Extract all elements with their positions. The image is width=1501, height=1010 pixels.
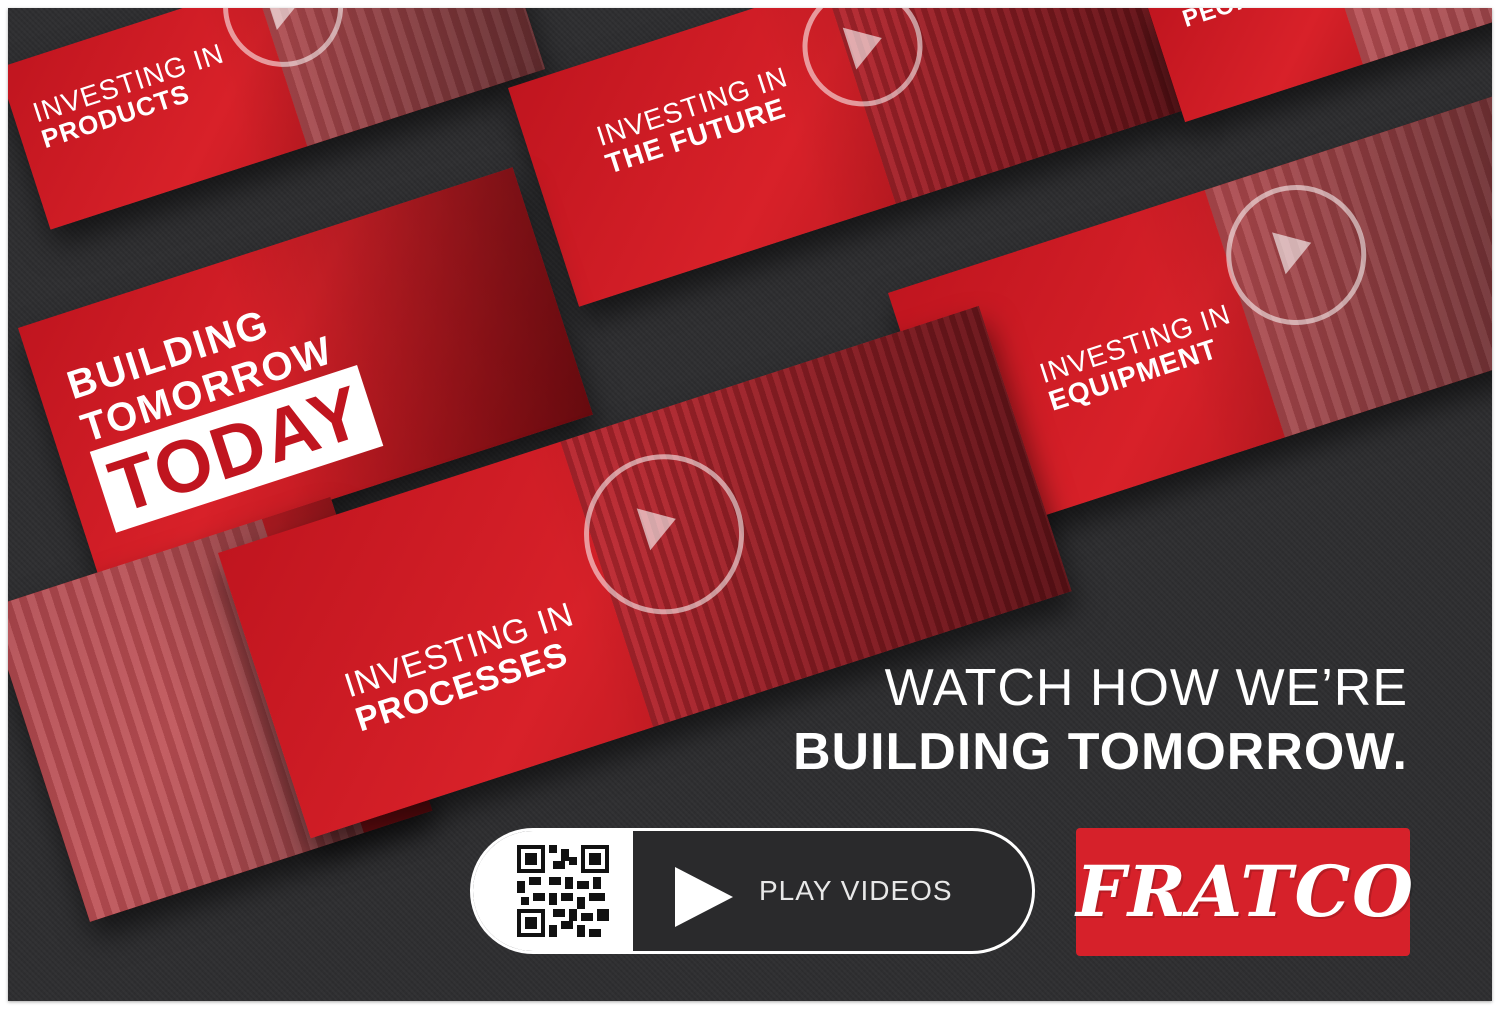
fratco-logo: FRATCO: [1076, 828, 1416, 956]
headline: WATCH HOW WE’RE BUILDING TOMORROW.: [793, 658, 1408, 782]
qr-code-icon[interactable]: [517, 845, 609, 937]
tile-label: People: [1179, 8, 1286, 33]
fratco-logo-text: FRATCO: [1076, 850, 1416, 933]
headline-line1: WATCH HOW WE’RE: [884, 659, 1408, 717]
play-icon[interactable]: [675, 867, 733, 927]
headline-line2: BUILDING TOMORROW.: [792, 723, 1408, 781]
ad-banner: Investing in Products Investing in The F…: [8, 8, 1492, 1001]
tile-people[interactable]: People: [1148, 8, 1492, 123]
tile-label-big: People: [1179, 8, 1286, 33]
play-videos-button[interactable]: PLAY VIDEOS: [470, 828, 1035, 954]
play-videos-label[interactable]: PLAY VIDEOS: [759, 875, 953, 907]
qr-panel[interactable]: [473, 831, 633, 951]
tile-photo: [1326, 8, 1492, 65]
